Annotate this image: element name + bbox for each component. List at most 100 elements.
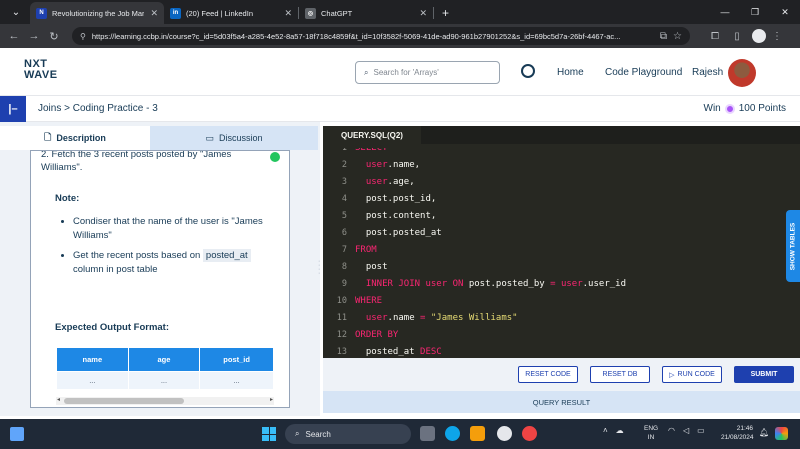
completed-check-icon (270, 152, 280, 162)
code-text: post.content, (355, 210, 437, 221)
onedrive-icon[interactable]: ☁ (616, 426, 624, 435)
sub-header: |– Joins > Coding Practice - 3 Win 100 P… (0, 96, 800, 122)
description-panel: 🗋 Description ▭ Discussion 2. Fetch the … (0, 122, 320, 416)
reload-icon[interactable]: ↻ (44, 30, 64, 43)
win-label: Win (703, 103, 721, 114)
language-indicator[interactable]: ENG IN (644, 424, 658, 442)
code-line: 2 user.name, (323, 156, 800, 173)
code-editor: QUERY.SQL(Q2) 1SELECT2 user.name,3 user.… (323, 126, 800, 358)
tab-description[interactable]: 🗋 Description (0, 126, 150, 150)
taskbar-search-label: Search (305, 429, 331, 439)
lang-line-2: IN (647, 434, 655, 441)
browser-tab-chatgpt[interactable]: ◎ ChatGPT ✕ (299, 2, 433, 24)
table-cell: ... (127, 371, 201, 390)
line-number: 6 (341, 227, 347, 238)
restore-icon[interactable]: ❐ (740, 7, 770, 18)
horizontal-scrollbar[interactable]: ◂ ▸ (56, 397, 274, 405)
line-number: 4 (341, 193, 347, 204)
column-header: age (127, 347, 201, 372)
new-tab-icon[interactable]: + (442, 6, 449, 20)
battery-icon: ▭ (697, 426, 705, 435)
code-line: 4 post.post_id, (323, 190, 800, 207)
reset-db-button[interactable]: RESET DB (590, 366, 650, 383)
chrome-menu-icon[interactable]: ⋮ (766, 31, 788, 42)
scroll-right-icon[interactable]: ▸ (270, 396, 273, 403)
chevron-up-icon[interactable]: ˄ (603, 426, 608, 435)
search-input[interactable]: ⌕ Search for 'Arrays' (355, 61, 500, 84)
run-code-button[interactable]: ▷ RUN CODE (662, 366, 722, 383)
reset-code-button[interactable]: RESET CODE (518, 366, 578, 383)
code-text: WHERE (355, 295, 383, 306)
close-icon[interactable]: ✕ (150, 8, 158, 19)
app-icon[interactable] (497, 426, 512, 441)
code-text: ORDER BY (355, 329, 399, 340)
sidebar-toggle-icon[interactable]: |– (0, 96, 26, 122)
lang-line-1: ENG (644, 425, 659, 432)
start-icon[interactable] (262, 427, 276, 441)
line-number: 3 (341, 176, 347, 187)
tab-search-icon[interactable]: ⌄ (6, 2, 26, 22)
bookmark-star-icon[interactable]: ☆ (673, 31, 682, 42)
nav-home-link[interactable]: Home (557, 67, 584, 78)
notification-bell-icon[interactable]: 🔔︎ (759, 428, 769, 437)
browser-address-bar: ← → ↻ ⚲ https://learning.ccbp.in/course?… (0, 24, 800, 48)
code-area[interactable]: 1SELECT2 user.name,3 user.age,4 post.pos… (323, 148, 800, 358)
scroll-left-icon[interactable]: ◂ (57, 396, 60, 403)
url-field[interactable]: ⚲ https://learning.ccbp.in/course?c_id=5… (72, 27, 690, 45)
close-icon[interactable]: ✕ (284, 8, 292, 19)
points-value: 100 Points (738, 103, 786, 114)
close-window-icon[interactable]: ✕ (770, 7, 800, 18)
forward-icon[interactable]: → (24, 30, 44, 42)
nxtwave-favicon-icon: N (36, 7, 47, 19)
code-line: 3 user.age, (323, 173, 800, 190)
line-number: 5 (341, 210, 347, 221)
chrome-icon[interactable] (522, 426, 537, 441)
line-number: 13 (336, 346, 347, 357)
install-app-icon[interactable]: ⧉ (660, 31, 667, 42)
streak-timer-icon[interactable] (521, 64, 535, 78)
file-explorer-icon[interactable] (470, 426, 485, 441)
back-icon[interactable]: ← (4, 30, 24, 42)
show-tables-tab[interactable]: SHOW TABLES (786, 210, 800, 282)
editor-tab-bar: QUERY.SQL(Q2) (323, 126, 800, 144)
close-icon[interactable]: ✕ (419, 8, 427, 19)
edge-icon[interactable] (445, 426, 460, 441)
site-info-icon[interactable]: ⚲ (80, 32, 86, 41)
chat-icon: ▭ (205, 132, 214, 143)
line-number: 7 (341, 244, 347, 255)
system-tray: ˄ ☁ (603, 426, 632, 435)
profile-icon[interactable] (752, 29, 766, 43)
extensions-icon[interactable]: ⧠ (704, 31, 726, 42)
browser-tab-nxtwave[interactable]: N Revolutionizing the Job Market ✕ (30, 2, 164, 24)
status-icons[interactable]: ◠ ◁ ▭ (668, 426, 713, 435)
time-text: 21:46 (736, 425, 753, 432)
query-result-bar[interactable]: QUERY RESULT (323, 391, 800, 413)
breadcrumb[interactable]: Joins > Coding Practice - 3 (38, 103, 158, 114)
nxtwave-logo[interactable]: NXT WAVE (24, 59, 58, 81)
tab-discussion[interactable]: ▭ Discussion (150, 126, 318, 150)
win-points: Win 100 Points (704, 103, 787, 114)
logo-line-2: WAVE (24, 69, 58, 81)
tab-discussion-label: Discussion (219, 133, 263, 143)
avatar[interactable] (728, 59, 756, 87)
clock[interactable]: 21:46 21/08/2024 (721, 424, 754, 442)
browser-tab-linkedin[interactable]: in (20) Feed | LinkedIn ✕ (164, 2, 298, 24)
widgets-icon[interactable] (10, 427, 24, 441)
code-line: 10 WHERE (323, 292, 800, 309)
minimize-icon[interactable]: — (710, 7, 740, 17)
editor-tab-query[interactable]: QUERY.SQL(Q2) (323, 126, 421, 144)
submit-button[interactable]: SUBMIT (734, 366, 794, 383)
copilot-icon[interactable] (775, 427, 788, 440)
taskbar-search[interactable]: ⌕ Search (285, 424, 411, 444)
code-text: user.name = "James Williams" (365, 312, 518, 323)
note-item: Get the recent posts based on posted_at … (73, 249, 283, 277)
panel-resize-handle[interactable]: · · · · (318, 258, 322, 277)
user-name[interactable]: Rajesh (692, 67, 723, 78)
scrollbar-thumb[interactable] (64, 398, 184, 404)
task-view-icon[interactable] (420, 426, 435, 441)
nav-code-playground-link[interactable]: Code Playground (605, 67, 682, 78)
sidebar-icon[interactable]: ▯ (726, 31, 748, 42)
show-tables-label: SHOW TABLES (789, 222, 797, 270)
volume-icon: ◁ (682, 426, 690, 435)
code-text: user.name, (365, 159, 421, 170)
